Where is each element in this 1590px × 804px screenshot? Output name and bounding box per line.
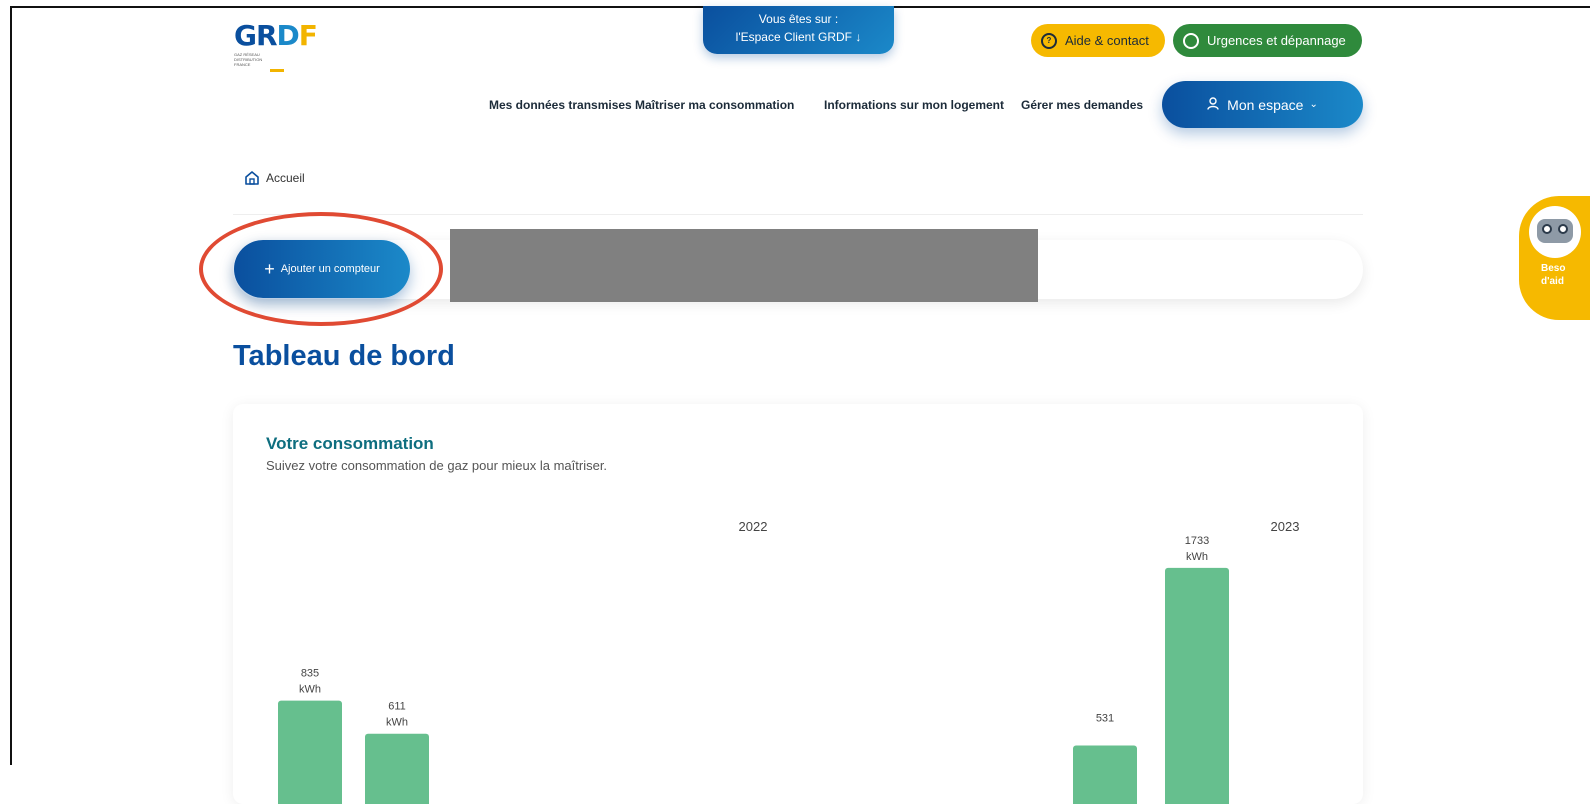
help-contact-button[interactable]: ? Aide & contact (1031, 24, 1165, 57)
space-tab-line1: Vous êtes sur : (758, 12, 839, 26)
nav-item-donnees[interactable]: Mes données transmises (489, 98, 632, 112)
add-meter-button[interactable]: + Ajouter un compteur (234, 240, 410, 298)
mon-espace-button[interactable]: Mon espace ⌄ (1162, 81, 1363, 128)
logo-tagline: GAZ RÉSEAU DISTRIBUTION FRANCE (234, 52, 263, 67)
add-meter-label: Ajouter un compteur (280, 263, 380, 275)
nav-item-consommation[interactable]: Maîtriser ma consommation (635, 98, 794, 112)
emergency-button[interactable]: Urgences et dépannage (1173, 24, 1362, 57)
consumption-bar[interactable] (365, 733, 429, 804)
bar-value-label: 611 (388, 701, 406, 713)
consumption-bar[interactable] (1165, 567, 1229, 804)
user-icon (1207, 96, 1219, 113)
espace-client-tab[interactable]: Vous êtes sur : l'Espace Client GRDF ↓ (703, 6, 894, 54)
helper-label: Beso d'aid (1541, 263, 1566, 287)
divider (233, 214, 1363, 215)
page-title: Tableau de bord (233, 340, 455, 372)
help-contact-label: Aide & contact (1065, 33, 1149, 48)
logo-accent-bar (270, 69, 284, 72)
robot-icon (1529, 206, 1581, 258)
consumption-bar[interactable] (278, 700, 342, 804)
bar-unit-label: kWh (386, 717, 408, 729)
emergency-label: Urgences et dépannage (1207, 33, 1346, 48)
breadcrumb-home[interactable]: Accueil (266, 171, 305, 185)
consumption-bar[interactable] (1073, 745, 1137, 804)
chevron-down-icon: ⌄ (1309, 99, 1318, 110)
consumption-chart: 2022 2023 835 kWh 611 kWh 531 1733 kWh (278, 519, 1300, 804)
bar-unit-label: kWh (1186, 551, 1208, 563)
plus-icon: + (264, 259, 275, 279)
nav-item-logement[interactable]: Informations sur mon logement (824, 98, 1004, 112)
grdf-logo[interactable]: GRDF GAZ RÉSEAU DISTRIBUTION FRANCE (234, 22, 324, 72)
redacted-meter-info (450, 229, 1038, 302)
bar-value-label: 835 (301, 668, 319, 680)
question-icon: ? (1041, 32, 1057, 49)
mon-espace-label: Mon espace (1227, 96, 1304, 113)
home-icon (245, 171, 259, 185)
breadcrumb: Accueil (244, 170, 305, 186)
year-label: 2023 (1271, 519, 1300, 534)
lifebuoy-icon (1183, 32, 1199, 49)
arrow-down-icon: ↓ (855, 30, 862, 44)
consumption-card: Votre consommation Suivez votre consomma… (233, 404, 1363, 804)
space-tab-line2: l'Espace Client GRDF (735, 30, 852, 44)
chatbot-helper-button[interactable]: Beso d'aid (1519, 196, 1590, 320)
bar-value-label: 1733 (1185, 535, 1209, 547)
logo-wordmark: GRDF (234, 19, 318, 52)
bar-value-label: 531 (1096, 713, 1114, 725)
year-label: 2022 (739, 519, 768, 534)
nav-item-demandes[interactable]: Gérer mes demandes (1021, 98, 1143, 112)
bar-unit-label: kWh (299, 684, 321, 696)
